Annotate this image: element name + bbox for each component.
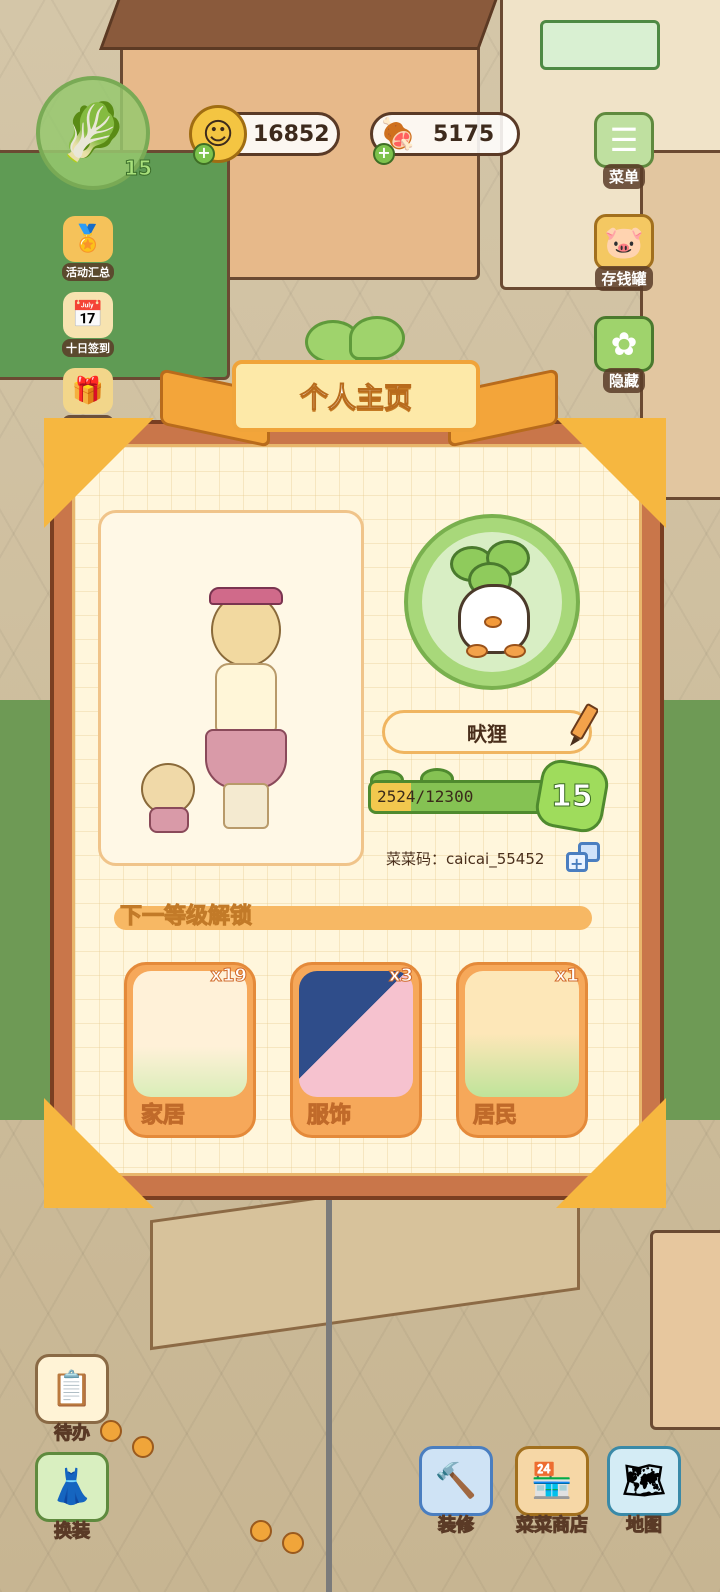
unlock-card-residents[interactable]: x1 居民	[456, 962, 588, 1138]
flower-icon	[282, 1532, 304, 1554]
unlock-label: 居民	[472, 1103, 518, 1129]
unlock-count: x1	[554, 965, 579, 987]
todo-list-icon: 📋	[35, 1354, 109, 1424]
companion-pet-image	[137, 763, 199, 833]
profile-avatar[interactable]	[404, 514, 580, 690]
dress-up-label: 换装	[54, 1521, 91, 1543]
activity-summary-label: 活动汇总	[62, 263, 114, 281]
hide-ui-button[interactable]: ✿ 隐藏	[586, 316, 662, 393]
activity-summary-button[interactable]: 🏅 活动汇总	[50, 216, 126, 281]
map-label: 地图	[626, 1515, 663, 1537]
activity-icon: 🏅	[63, 216, 113, 262]
coin-counter[interactable]: ☺ + 16852	[189, 105, 340, 165]
calendar-icon: 📅	[63, 292, 113, 338]
menu-button[interactable]: ☰ 菜单	[586, 112, 662, 189]
player-avatar[interactable]: 🥬 15	[36, 76, 153, 190]
piggy-bank-icon: 🐷	[594, 214, 654, 270]
unlock-label: 服饰	[306, 1103, 352, 1129]
level-badge: 15	[532, 756, 612, 836]
shop-icon: 🏪	[515, 1446, 589, 1516]
unlock-card-clothing[interactable]: x3 服饰	[290, 962, 422, 1138]
store-sign	[540, 20, 660, 70]
piggy-bank-button[interactable]: 🐷 存钱罐	[586, 214, 662, 291]
map-icon: 🗺	[607, 1446, 681, 1516]
ten-day-signin-button[interactable]: 📅 十日签到	[50, 292, 126, 357]
meat-amount: 5175	[433, 121, 495, 147]
gift-icon: 🎁	[63, 368, 113, 414]
flower-icon	[132, 1436, 154, 1458]
street-lamp-pole	[326, 1200, 332, 1592]
meat-counter[interactable]: 🍖 + 5175	[370, 112, 520, 165]
character-preview[interactable]	[98, 510, 364, 866]
player-level-badge: 15	[124, 156, 153, 181]
nickname-field: 畎狸	[382, 710, 592, 754]
caicai-shop-button[interactable]: 🏪 菜菜商店	[504, 1446, 600, 1537]
residents-preview-image	[465, 971, 579, 1097]
unlock-header-title: 下一等级解锁	[119, 904, 253, 930]
decorate-label: 装修	[438, 1515, 475, 1537]
flower-icon	[250, 1520, 272, 1542]
todo-button[interactable]: 📋 待办	[32, 1354, 112, 1445]
panel-title: 个人主页	[232, 360, 480, 432]
decorate-button[interactable]: 🔨 装修	[416, 1446, 496, 1537]
panel-corner-decoration	[556, 418, 666, 528]
piggy-bank-label: 存钱罐	[595, 266, 653, 291]
unlock-card-furniture[interactable]: x19 家居	[124, 962, 256, 1138]
coin-amount: 16852	[253, 121, 330, 147]
unlock-count: x19	[210, 965, 248, 987]
experience-text: 2524/12300	[377, 787, 474, 806]
caicai-code-text: 菜菜码：caicai_55452	[386, 850, 545, 868]
caicai-shop-label: 菜菜商店	[516, 1515, 589, 1537]
wardrobe-icon: 👗	[35, 1452, 109, 1522]
level-number: 15	[551, 778, 594, 814]
unlock-count: x3	[388, 965, 413, 987]
todo-label: 待办	[54, 1423, 91, 1445]
nickname-text: 畎狸	[467, 721, 507, 746]
building-roof	[99, 0, 501, 50]
hide-label: 隐藏	[602, 368, 645, 393]
hammer-icon: 🔨	[419, 1446, 493, 1516]
building-bottom-right	[650, 1230, 720, 1430]
add-coin-button[interactable]: +	[193, 143, 215, 165]
hide-icon: ✿	[594, 316, 654, 372]
add-meat-button[interactable]: +	[373, 143, 395, 165]
furniture-preview-image	[133, 971, 247, 1097]
edit-name-pencil-icon[interactable]	[564, 702, 599, 750]
dress-up-button[interactable]: 👗 换装	[32, 1452, 112, 1543]
caicai-pet-icon: 🥬	[58, 100, 128, 165]
menu-icon: ☰	[594, 112, 654, 168]
menu-label: 菜单	[602, 164, 645, 189]
map-button[interactable]: 🗺 地图	[604, 1446, 684, 1537]
copy-code-icon[interactable]: +	[566, 842, 602, 874]
ten-day-signin-label: 十日签到	[62, 339, 114, 357]
caicai-pet-avatar-icon	[422, 532, 562, 672]
grass-right	[660, 700, 720, 1120]
unlock-label: 家居	[140, 1103, 186, 1129]
clothing-preview-image	[299, 971, 413, 1097]
player-character-image	[201, 587, 291, 833]
